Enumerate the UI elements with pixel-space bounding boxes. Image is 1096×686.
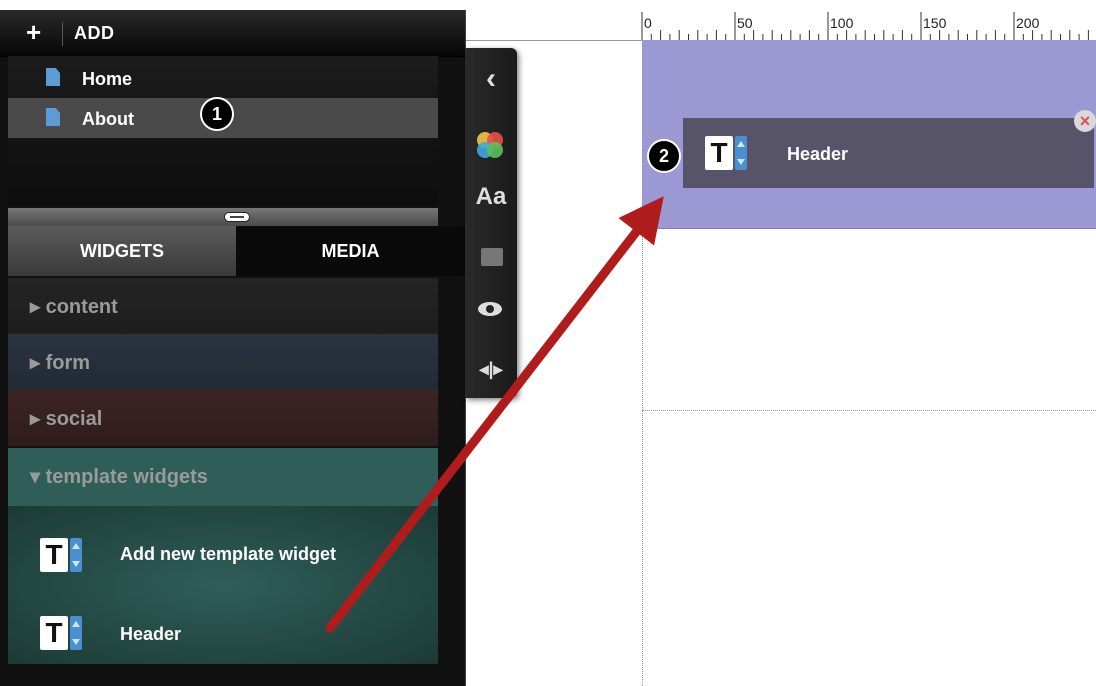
step-badge-1: 1 bbox=[200, 97, 234, 131]
step-badge-2: 2 bbox=[647, 139, 681, 173]
annotation-arrow bbox=[325, 196, 664, 633]
